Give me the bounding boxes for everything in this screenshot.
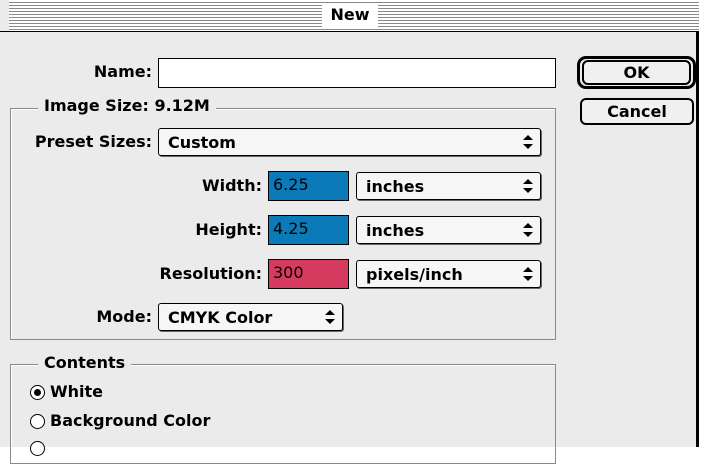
title-bar[interactable]: New — [0, 0, 699, 32]
height-input[interactable]: 4.25 — [268, 215, 349, 245]
resolution-input[interactable]: 300 — [268, 259, 349, 289]
new-document-dialog: New Name: OK Cancel Image Size: 9.12M Pr… — [0, 0, 699, 464]
mode-select[interactable]: CMYK Color — [158, 303, 343, 331]
up-down-arrows-icon — [523, 135, 533, 149]
up-down-arrows-icon — [523, 223, 533, 237]
width-unit-value: inches — [366, 177, 425, 196]
up-down-arrows-icon — [523, 179, 533, 193]
preset-sizes-select[interactable]: Custom — [158, 128, 541, 156]
mode-label: Mode: — [96, 307, 152, 326]
resolution-label: Resolution: — [159, 264, 262, 283]
resolution-unit-select[interactable]: pixels/inch — [356, 260, 541, 288]
mode-value: CMYK Color — [168, 308, 273, 327]
radio-selected-dot — [34, 389, 41, 396]
name-label: Name: — [93, 62, 152, 81]
height-unit-select[interactable]: inches — [356, 216, 541, 244]
width-input[interactable]: 6.25 — [268, 171, 349, 201]
close-box-area — [0, 0, 9, 31]
up-down-arrows-icon — [523, 267, 533, 281]
name-input[interactable] — [158, 58, 556, 88]
cancel-button[interactable]: Cancel — [580, 98, 694, 125]
width-unit-select[interactable]: inches — [356, 172, 541, 200]
height-label: Height: — [195, 220, 262, 239]
radio-background-color-label[interactable]: Background Color — [50, 411, 210, 431]
preset-sizes-label: Preset Sizes: — [34, 132, 152, 151]
radio-white-label[interactable]: White — [50, 382, 103, 402]
contents-title: Contents — [38, 353, 132, 373]
up-down-arrows-icon — [325, 310, 335, 324]
radio-transparent[interactable] — [30, 441, 45, 456]
ok-button[interactable]: OK — [582, 60, 691, 85]
width-label: Width: — [201, 176, 262, 195]
resolution-unit-value: pixels/inch — [366, 265, 463, 284]
radio-background-color[interactable] — [30, 414, 45, 429]
height-unit-value: inches — [366, 221, 425, 240]
window-title: New — [322, 4, 378, 28]
image-size-title: Image Size: 9.12M — [38, 96, 216, 116]
radio-white[interactable] — [30, 385, 45, 400]
preset-sizes-value: Custom — [168, 133, 236, 152]
